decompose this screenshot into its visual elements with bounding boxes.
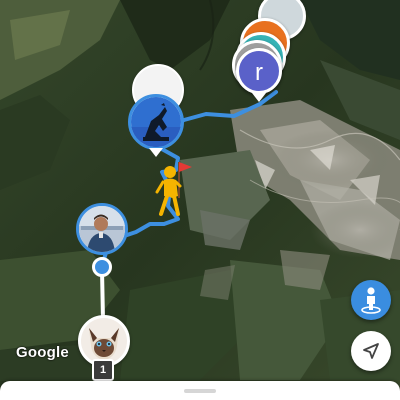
- route-start-dot[interactable]: [92, 257, 112, 277]
- photo-count-badge: 1: [92, 359, 114, 381]
- street-view-button[interactable]: [351, 280, 391, 320]
- map-view[interactable]: r 1 Google: [0, 0, 400, 400]
- navigation-arrow-icon: [363, 343, 379, 359]
- sheet-drag-handle[interactable]: [184, 389, 216, 393]
- satellite-terrain: [0, 0, 400, 400]
- hiker-with-flag-icon[interactable]: [152, 158, 194, 220]
- statue-photo: [131, 97, 181, 147]
- statue-marker-pointer: [149, 148, 163, 157]
- cat-photo: [81, 318, 127, 364]
- bottom-sheet[interactable]: [0, 381, 400, 400]
- person-photo: [79, 206, 125, 252]
- pegman-icon: [361, 287, 381, 314]
- my-location-button[interactable]: [351, 331, 391, 371]
- avatar-pointer: [252, 93, 266, 102]
- user-initial-avatar[interactable]: r: [236, 48, 282, 94]
- google-attribution: Google: [16, 344, 69, 361]
- statue-photo-marker[interactable]: [128, 94, 184, 150]
- person-photo-marker[interactable]: [76, 203, 128, 255]
